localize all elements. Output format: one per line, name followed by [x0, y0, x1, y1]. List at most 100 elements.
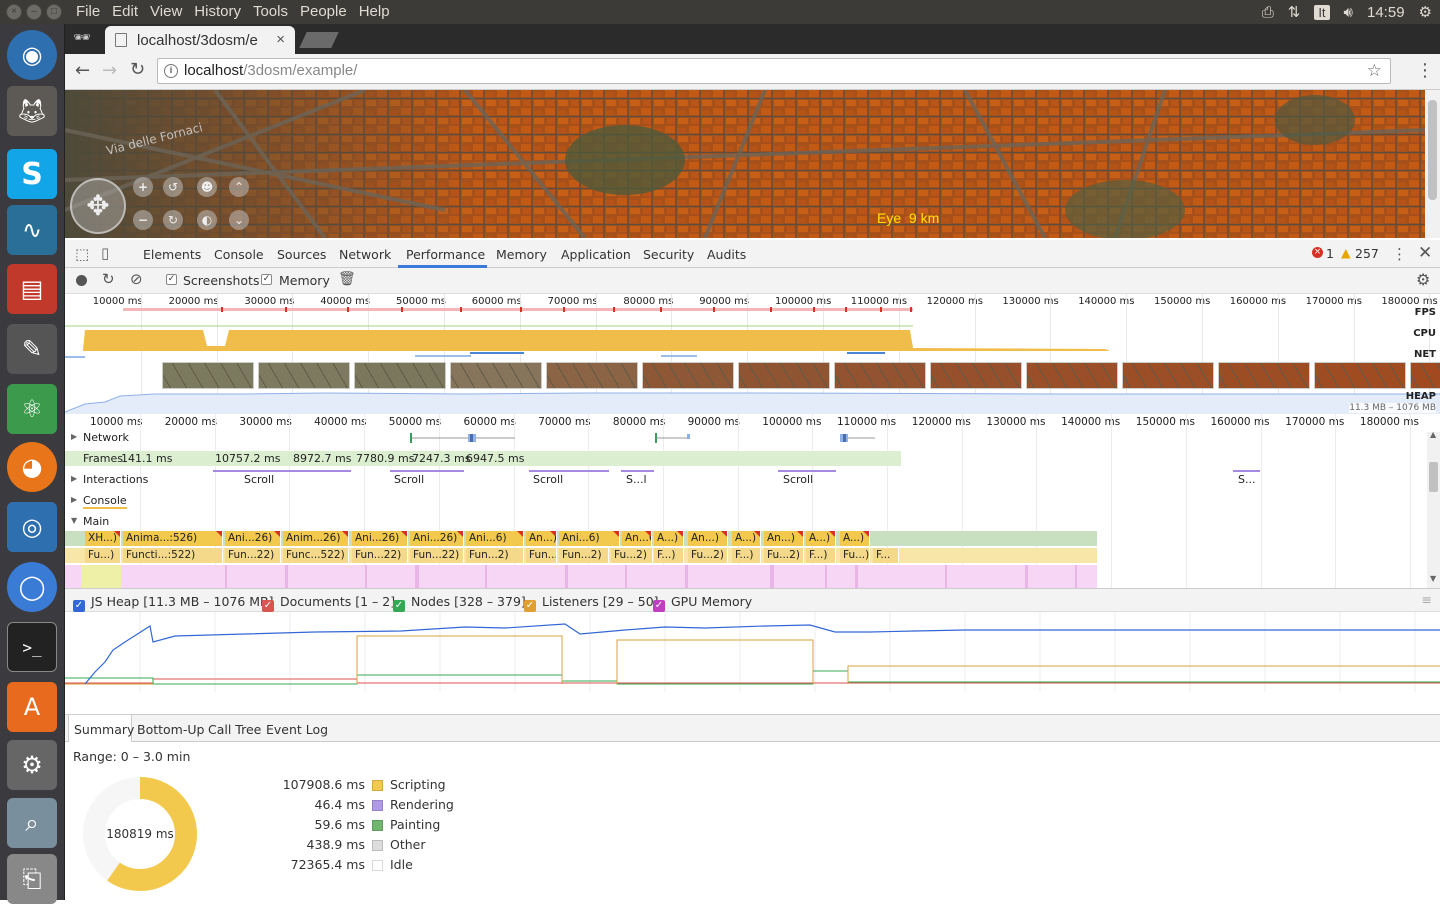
main-function-block[interactable]: F...	[873, 548, 899, 563]
menu-people[interactable]: People	[294, 3, 353, 20]
interaction-label[interactable]: Scroll	[394, 473, 424, 486]
screenshot-thumbnail[interactable]	[1410, 362, 1440, 389]
warning-icon[interactable]: ▲	[1341, 245, 1351, 260]
new-tab-button[interactable]	[299, 32, 339, 48]
menu-help[interactable]: Help	[353, 3, 396, 20]
tilt-up-icon[interactable]: ⌃	[229, 177, 249, 197]
counter-gpu-memory[interactable]: ✓ GPU Memory	[653, 594, 752, 612]
flame-chart[interactable]: 10000 ms 20000 ms 30000 ms 40000 ms 50000 ms…	[65, 414, 1427, 588]
device-toolbar-icon[interactable]: ▯	[101, 244, 109, 262]
interaction-label[interactable]: Scroll	[533, 473, 563, 486]
browser-tab[interactable]: localhost/3dosm/e ×	[105, 26, 295, 54]
main-event-block[interactable]: Ani...26)	[410, 531, 464, 546]
flame-chart-scrollbar[interactable]: ▲ ▼	[1427, 430, 1440, 588]
forward-icon[interactable]: →	[102, 60, 117, 81]
error-icon[interactable]: ×	[1312, 247, 1323, 258]
interaction-label[interactable]: S...l	[626, 473, 647, 486]
tab-summary[interactable]: Summary	[74, 722, 134, 737]
chrome-icon[interactable]: ◎	[7, 502, 57, 552]
main-event-block[interactable]: Ani...6)	[466, 531, 524, 546]
screenshots-checkbox[interactable]: ✓	[166, 274, 177, 285]
warning-count[interactable]: 257	[1355, 246, 1379, 261]
page-scrollbar-thumb[interactable]	[1428, 100, 1437, 200]
image-viewer-icon[interactable]: ⌕	[7, 798, 57, 848]
js-heap-checkbox[interactable]: ✓	[73, 600, 85, 612]
main-function-block[interactable]: Fun...2)	[466, 548, 524, 563]
main-function-block[interactable]: F...)	[654, 548, 684, 563]
look-around-icon[interactable]: ◐	[197, 210, 217, 230]
browser-menu-icon[interactable]: ⋮	[1416, 60, 1434, 81]
text-editor-icon[interactable]: ✎	[7, 324, 57, 374]
main-function-block[interactable]: Fu...)	[85, 548, 121, 563]
garbage-collect-icon[interactable]: 🗑︎	[338, 271, 356, 287]
rotate-left-icon[interactable]: ↺	[163, 177, 183, 197]
menu-tools[interactable]: Tools	[247, 3, 294, 20]
expand-console-icon[interactable]: ▶	[71, 495, 77, 504]
clock[interactable]: 14:59	[1367, 4, 1405, 21]
tab-security[interactable]: Security	[643, 247, 694, 262]
screenshot-thumbnail[interactable]	[1218, 362, 1310, 389]
close-tab-icon[interactable]: ×	[276, 31, 285, 48]
terminal-icon[interactable]: >_	[7, 622, 57, 672]
tab-bottom-up[interactable]: Bottom-Up	[137, 722, 204, 737]
interaction-label[interactable]: Scroll	[244, 473, 274, 486]
interaction-label[interactable]: Scroll	[783, 473, 813, 486]
main-function-block[interactable]: Fun...22)	[225, 548, 281, 563]
main-function-block[interactable]: F...)	[806, 548, 836, 563]
chromium-icon[interactable]: ◯	[7, 562, 57, 612]
address-bar[interactable]: i localhost/3dosm/example/ ☆	[157, 58, 1391, 84]
screenshot-thumbnail[interactable]	[642, 362, 734, 389]
main-function-block[interactable]: Fu...2)	[611, 548, 653, 563]
tab-performance[interactable]: Performance	[406, 247, 485, 262]
reload-profile-icon[interactable]: ↻	[102, 270, 115, 288]
printer-icon[interactable]: ⎙	[1262, 4, 1274, 21]
tilt-down-icon[interactable]: ⌄	[229, 210, 249, 230]
menu-view[interactable]: View	[144, 3, 188, 20]
skype-icon[interactable]: S	[7, 149, 57, 199]
tab-application[interactable]: Application	[561, 247, 631, 262]
main-function-block[interactable]: Fun...22)	[410, 548, 464, 563]
memory-graph[interactable]	[65, 612, 1440, 692]
expand-interactions-icon[interactable]: ▶	[71, 474, 77, 483]
close-devtools-icon[interactable]: ✕	[1418, 243, 1432, 263]
main-event-block[interactable]: Anim...26)	[283, 531, 349, 546]
3d-map-view[interactable]: Via delle Fornaci ✥ + ↺ ☻ ⌃ − ↻ ◐ ⌄ Eye …	[65, 90, 1425, 238]
screenshot-thumbnail[interactable]	[450, 362, 542, 389]
capture-settings-icon[interactable]: ⚙	[1416, 270, 1430, 289]
reload-icon[interactable]: ↻	[130, 59, 145, 80]
main-event-block[interactable]: Ani...6)	[559, 531, 620, 546]
screenshot-thumbnail[interactable]	[1026, 362, 1118, 389]
counter-documents[interactable]: ✓ Documents [1 – 2]	[262, 594, 395, 612]
tab-event-log[interactable]: Event Log	[266, 722, 328, 737]
network-icon[interactable]: ⇅	[1288, 3, 1301, 21]
screenshot-thumbnail[interactable]	[738, 362, 830, 389]
inspect-element-icon[interactable]: ⬚	[75, 245, 89, 263]
tab-console[interactable]: Console	[214, 247, 264, 262]
back-icon[interactable]: ←	[75, 60, 90, 81]
main-function-block[interactable]: F...)	[732, 548, 761, 563]
frame-duration[interactable]: 6947.5 ms	[466, 452, 524, 465]
error-count[interactable]: 1	[1326, 246, 1334, 261]
menu-file[interactable]: File	[70, 3, 106, 20]
minimize-window-icon[interactable]: –	[26, 4, 42, 20]
pan-navigation-icon[interactable]: ✥	[70, 178, 126, 234]
frame-duration[interactable]: 141.1 ms	[121, 452, 172, 465]
counter-listeners[interactable]: ✓ Listeners [29 – 50]	[524, 594, 659, 612]
documents-checkbox[interactable]: ✓	[262, 600, 274, 612]
close-window-icon[interactable]: ×	[6, 4, 22, 20]
ubuntu-dash-icon[interactable]: ◉	[7, 30, 57, 80]
clear-icon[interactable]: ⊘	[130, 270, 143, 288]
console-row-label[interactable]: Console	[83, 494, 127, 509]
screenshot-thumbnail[interactable]	[834, 362, 926, 389]
memory-checkbox[interactable]: ✓	[261, 274, 272, 285]
record-icon[interactable]	[76, 275, 87, 286]
resize-handle-icon[interactable]: ≡	[1422, 592, 1432, 607]
listeners-checkbox[interactable]: ✓	[524, 600, 536, 612]
main-function-block[interactable]: Fun...22)	[352, 548, 408, 563]
counter-js-heap[interactable]: ✓ JS Heap [11.3 MB – 1076 MB]	[73, 594, 274, 612]
main-event-block[interactable]: Ani...26)	[352, 531, 408, 546]
maximize-window-icon[interactable]: □	[46, 4, 62, 20]
zoom-out-icon[interactable]: −	[133, 210, 153, 230]
menu-history[interactable]: History	[188, 3, 247, 20]
tab-audits[interactable]: Audits	[707, 247, 746, 262]
